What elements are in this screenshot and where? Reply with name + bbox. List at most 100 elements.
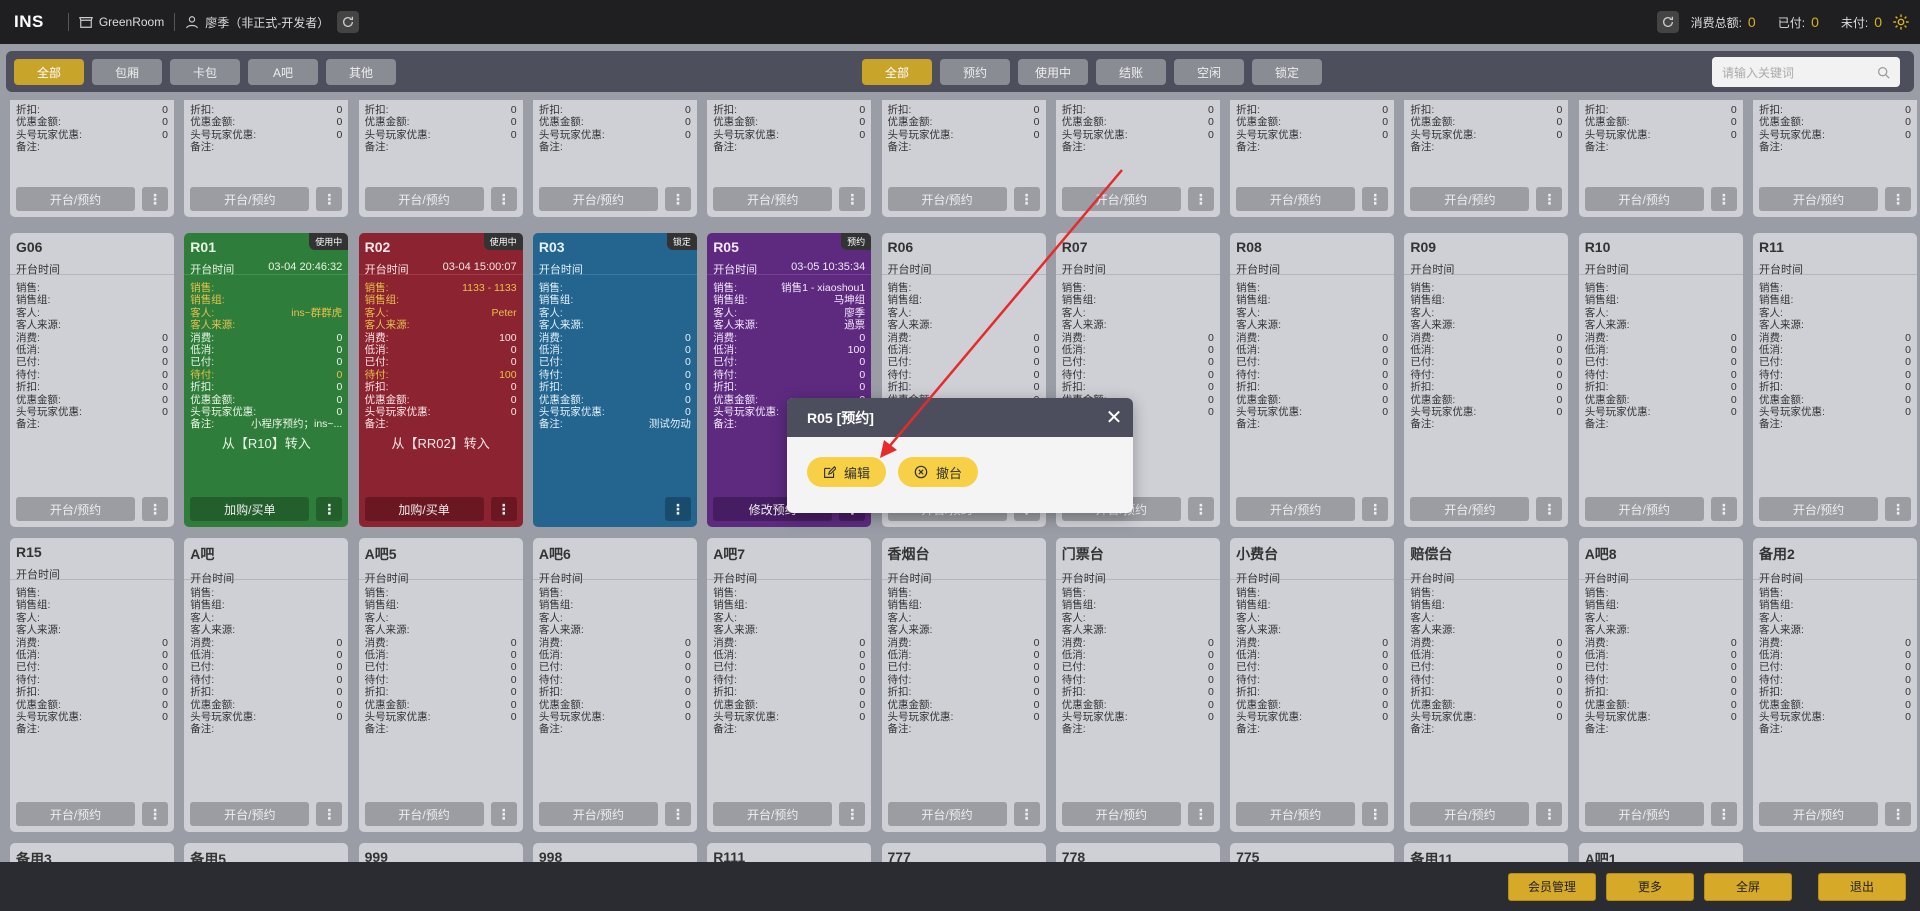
type-filter-3[interactable]: A吧 xyxy=(248,59,318,85)
room-card[interactable]: 折扣: 0 优惠金额: 0 头号玩家优惠: 0 备注: 开台/预约 ⋮ xyxy=(707,100,872,217)
edit-button[interactable]: 编辑 xyxy=(807,457,887,487)
search-input[interactable]: 请输入关键词 xyxy=(1722,64,1877,81)
room-card[interactable]: A吧 开台时间 销售: 销售组: 客人: 客人来源: 消费: 0 低消: 0 已付: 0 待付: 0 折扣:… xyxy=(184,538,349,832)
open-book-button[interactable]: 开台/预约 xyxy=(16,802,135,826)
open-book-button[interactable]: 加购/买单 xyxy=(364,497,484,521)
more-options-button[interactable]: ⋮ xyxy=(1536,802,1563,826)
cancel-table-button[interactable]: 撤台 xyxy=(898,457,979,487)
room-card[interactable]: 折扣: 0 优惠金额: 0 头号玩家优惠: 0 备注: 开台/预约 ⋮ xyxy=(1404,100,1569,217)
more-options-button[interactable]: ⋮ xyxy=(1885,187,1911,211)
room-card[interactable]: 折扣: 0 优惠金额: 0 头号玩家优惠: 0 备注: 开台/预约 ⋮ xyxy=(1055,100,1220,217)
state-filter-3[interactable]: 结账 xyxy=(1096,59,1166,85)
more-options-button[interactable]: ⋮ xyxy=(1710,187,1737,211)
open-book-button[interactable]: 开台/预约 xyxy=(16,497,135,521)
open-book-button[interactable]: 开台/预约 xyxy=(538,187,658,211)
open-book-button[interactable]: 开台/预约 xyxy=(364,802,484,826)
room-card[interactable]: A吧1 xyxy=(1578,843,1743,862)
open-book-button[interactable]: 开台/预约 xyxy=(1759,187,1878,211)
open-book-button[interactable]: 加购/买单 xyxy=(190,497,310,521)
room-card[interactable]: A吧6 开台时间 销售: 销售组: 客人: 客人来源: 消费: 0 低消: 0 已付: 0 待付: 0 折扣… xyxy=(532,538,697,832)
room-card[interactable]: A吧8 开台时间 销售: 销售组: 客人: 客人来源: 消费: 0 低消: 0 已付: 0 待付: 0 折扣… xyxy=(1578,538,1743,832)
more-options-button[interactable]: ⋮ xyxy=(1885,497,1911,521)
room-card-r08[interactable]: R08 开台时间 销售: 销售组: 客人: 客人来源: 消费: 0 低消: 0 已付: 0 待付: 0 折扣… xyxy=(1230,233,1395,527)
room-card[interactable]: A吧7 开台时间 销售: 销售组: 客人: 客人来源: 消费: 0 低消: 0 已付: 0 待付: 0 折扣… xyxy=(707,538,872,832)
more-options-button[interactable]: ⋮ xyxy=(1536,497,1563,521)
open-book-button[interactable]: 开台/预约 xyxy=(1759,802,1878,826)
open-book-button[interactable]: 开台/预约 xyxy=(713,187,833,211)
room-card[interactable]: 折扣: 0 优惠金额: 0 头号玩家优惠: 0 备注: 开台/预约 ⋮ xyxy=(1578,100,1743,217)
room-card[interactable]: 折扣: 0 优惠金额: 0 头号玩家优惠: 0 备注: 开台/预约 ⋮ xyxy=(358,100,523,217)
more-options-button[interactable]: ⋮ xyxy=(142,187,168,211)
open-book-button[interactable]: 开台/预约 xyxy=(16,187,135,211)
room-card[interactable]: 折扣: 0 优惠金额: 0 头号玩家优惠: 0 备注: 开台/预约 ⋮ xyxy=(1230,100,1395,217)
open-book-button[interactable]: 开台/预约 xyxy=(538,802,658,826)
open-book-button[interactable]: 开台/预约 xyxy=(1410,187,1530,211)
type-filter-1[interactable]: 包厢 xyxy=(92,59,162,85)
more-options-button[interactable]: ⋮ xyxy=(1187,802,1214,826)
room-card[interactable]: 折扣: 0 优惠金额: 0 头号玩家优惠: 0 备注: 开台/预约 ⋮ xyxy=(881,100,1046,217)
open-book-button[interactable]: 开台/预约 xyxy=(1061,802,1181,826)
room-card[interactable]: 备用11 xyxy=(1404,843,1569,862)
gear-icon[interactable] xyxy=(1892,13,1910,31)
room-card[interactable]: R15 开台时间 销售: 销售组: 客人: 客人来源: 消费: 0 低消: 0 已付: 0 待付: 0 折扣… xyxy=(10,538,174,832)
user-menu[interactable]: 廖季（非正式-开发者） xyxy=(185,14,329,31)
store-selector[interactable]: GreenRoom xyxy=(78,15,164,29)
state-filter-2[interactable]: 使用中 xyxy=(1018,59,1088,85)
open-book-button[interactable]: 开台/预约 xyxy=(1584,497,1704,521)
room-card[interactable]: 折扣: 0 优惠金额: 0 头号玩家优惠: 0 备注: 开台/预约 ⋮ xyxy=(10,100,174,217)
room-card[interactable]: 折扣: 0 优惠金额: 0 头号玩家优惠: 0 备注: 开台/预约 ⋮ xyxy=(1753,100,1917,217)
type-filter-0[interactable]: 全部 xyxy=(14,59,84,85)
logout-button[interactable]: 退出 xyxy=(1818,872,1906,901)
room-card[interactable]: 门票台 开台时间 销售: 销售组: 客人: 客人来源: 消费: 0 低消: 0 已付: 0 待付: 0 折扣… xyxy=(1055,538,1220,832)
more-options-button[interactable]: ⋮ xyxy=(664,802,691,826)
room-card[interactable]: A吧5 开台时间 销售: 销售组: 客人: 客人来源: 消费: 0 低消: 0 已付: 0 待付: 0 折扣… xyxy=(358,538,523,832)
fullscreen-button[interactable]: 全屏 xyxy=(1704,872,1792,901)
open-book-button[interactable]: 开台/预约 xyxy=(887,187,1007,211)
room-card[interactable]: 777 xyxy=(881,843,1046,862)
type-filter-4[interactable]: 其他 xyxy=(326,59,396,85)
state-filter-4[interactable]: 空闲 xyxy=(1174,59,1244,85)
more-options-button[interactable]: ⋮ xyxy=(1362,802,1389,826)
member-management-button[interactable]: 会员管理 xyxy=(1508,872,1596,901)
room-card-r10[interactable]: R10 开台时间 销售: 销售组: 客人: 客人来源: 消费: 0 低消: 0 已付: 0 待付: 0 折扣… xyxy=(1578,233,1743,527)
room-card[interactable]: 备用5 xyxy=(184,843,349,862)
more-options-button[interactable]: ⋮ xyxy=(490,187,517,211)
close-button[interactable]: ✕ xyxy=(1095,398,1133,437)
room-card[interactable]: 备用2 开台时间 销售: 销售组: 客人: 客人来源: 消费: 0 低消: 0 已付: 0 待付: 0 折扣… xyxy=(1753,538,1917,832)
room-card[interactable]: 775 xyxy=(1230,843,1395,862)
more-options-button[interactable]: ⋮ xyxy=(1710,497,1737,521)
room-card[interactable]: 折扣: 0 优惠金额: 0 头号玩家优惠: 0 备注: 开台/预约 ⋮ xyxy=(184,100,349,217)
open-book-button[interactable]: 开台/预约 xyxy=(190,187,310,211)
room-card-r01[interactable]: 使用中 R01 开台时间 03-04 20:46:32 销售: 销售组: 客人: ins~群群… xyxy=(184,233,349,527)
open-book-button[interactable]: 开台/预约 xyxy=(190,802,310,826)
more-options-button[interactable]: ⋮ xyxy=(664,497,691,521)
open-book-button[interactable]: 开台/预约 xyxy=(1584,187,1704,211)
more-options-button[interactable]: ⋮ xyxy=(1013,802,1040,826)
refresh-button[interactable] xyxy=(337,11,360,33)
open-book-button[interactable]: 开台/预约 xyxy=(1410,802,1530,826)
more-options-button[interactable]: ⋮ xyxy=(316,187,343,211)
more-options-button[interactable]: ⋮ xyxy=(490,802,517,826)
more-options-button[interactable]: ⋮ xyxy=(1536,187,1563,211)
more-options-button[interactable]: ⋮ xyxy=(664,187,691,211)
more-options-button[interactable]: ⋮ xyxy=(839,802,866,826)
more-options-button[interactable]: ⋮ xyxy=(490,497,517,521)
search-box[interactable]: 请输入关键词 xyxy=(1712,57,1900,87)
room-card[interactable]: 778 xyxy=(1055,843,1220,862)
open-book-button[interactable]: 开台/预约 xyxy=(887,802,1007,826)
open-book-button[interactable]: 开台/预约 xyxy=(1236,802,1356,826)
room-card-g06[interactable]: G06 开台时间 销售: 销售组: 客人: 客人来源: 消费: 0 低消: 0 已付: 0 待付: 0 折扣… xyxy=(10,233,174,527)
room-card[interactable]: 999 xyxy=(358,843,523,862)
more-options-button[interactable]: ⋮ xyxy=(142,802,168,826)
search-icon[interactable] xyxy=(1877,66,1890,79)
stats-refresh-button[interactable] xyxy=(1656,11,1679,33)
more-options-button[interactable]: ⋮ xyxy=(1013,187,1040,211)
room-card[interactable]: 备用3 xyxy=(10,843,174,862)
room-card-r09[interactable]: R09 开台时间 销售: 销售组: 客人: 客人来源: 消费: 0 低消: 0 已付: 0 待付: 0 折扣… xyxy=(1404,233,1569,527)
open-book-button[interactable]: 开台/预约 xyxy=(1236,497,1356,521)
open-book-button[interactable]: 开台/预约 xyxy=(1584,802,1704,826)
state-filter-5[interactable]: 锁定 xyxy=(1252,59,1322,85)
room-card-r02[interactable]: 使用中 R02 开台时间 03-04 15:00:07 销售: 1133 - 1133 销售… xyxy=(358,233,523,527)
room-card-r03[interactable]: 锁定 R03 开台时间 销售: 销售组: 客人: 客人来源: 消费: 0 低消: 0 已付: 0 待付: 0… xyxy=(532,233,697,527)
more-options-button[interactable]: ⋮ xyxy=(839,187,866,211)
